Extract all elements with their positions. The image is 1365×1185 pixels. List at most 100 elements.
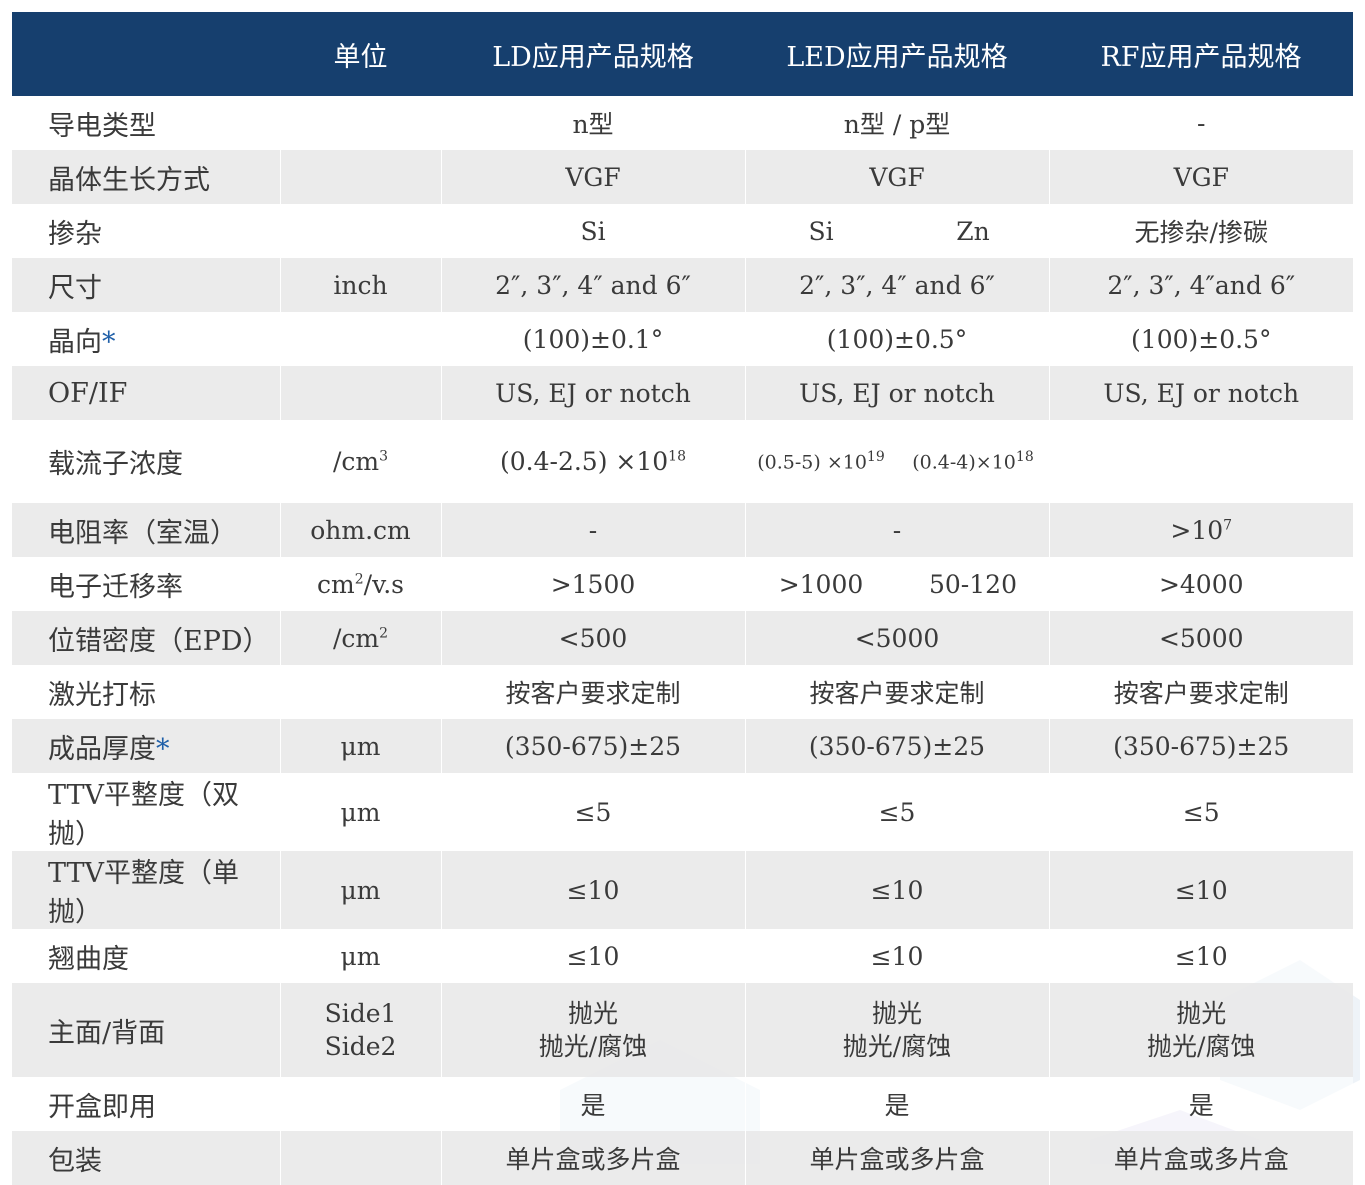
rf-cell — [1048, 420, 1353, 503]
unit-cell: μm — [279, 851, 441, 929]
rf-cell: (100)±0.5° — [1048, 312, 1353, 366]
rf-cell: <5000 — [1048, 611, 1353, 665]
header-rf: RF应用产品规格 — [1049, 12, 1353, 96]
row-label: 电阻率（室温） — [12, 503, 280, 557]
row-packing: 包装 单片盒或多片盒 单片盒或多片盒 单片盒或多片盒 — [12, 1131, 1353, 1185]
led-cell: ≤10 — [744, 929, 1049, 983]
value-base: (0.4-2.5) ×10 — [499, 447, 669, 476]
value-line-1: 抛光 — [1176, 998, 1227, 1028]
led-cell: - — [744, 503, 1049, 557]
row-label: 晶体生长方式 — [12, 150, 280, 204]
value-base: >10 — [1170, 515, 1224, 545]
header-ld: LD应用产品规格 — [441, 12, 745, 96]
value-exponent: 7 — [1223, 517, 1233, 534]
unit-cell: cm2/v.s — [279, 557, 441, 611]
rf-cell: >107 — [1048, 503, 1353, 557]
rf-cell: US, EJ or notch — [1048, 366, 1353, 420]
rf-cell: 抛光 抛光/腐蚀 — [1048, 983, 1353, 1077]
ld-cell: VGF — [440, 150, 745, 204]
led-sub-b: (0.4-4)×1018 — [896, 449, 1049, 474]
row-conductivity: 导电类型 n型 n型 / p型 - — [12, 96, 1353, 150]
led-cell: US, EJ or notch — [744, 366, 1049, 420]
value-base: (0.5-5) ×10 — [757, 451, 867, 474]
header-unit: 单位 — [280, 12, 441, 96]
unit-cell — [279, 1131, 441, 1185]
unit-line-2: Side2 — [324, 1032, 397, 1061]
row-label: 主面/背面 — [12, 983, 280, 1077]
row-label: 开盒即用 — [12, 1077, 280, 1131]
value-exponent: 18 — [1015, 449, 1034, 466]
row-mobility: 电子迁移率 cm2/v.s >1500 >1000 50-120 >4000 — [12, 557, 1353, 611]
unit-cell — [279, 204, 441, 258]
led-cell: Si Zn — [744, 204, 1049, 258]
row-carrier: 载流子浓度 /cm3 (0.4-2.5) ×1018 (0.5-5) ×1019… — [12, 420, 1353, 503]
row-of-if: OF/IF US, EJ or notch US, EJ or notch US… — [12, 366, 1353, 420]
unit-base: /cm — [332, 447, 380, 476]
value-line-1: 抛光 — [871, 998, 922, 1028]
ld-cell: ≤10 — [440, 851, 745, 929]
led-cell: 单片盒或多片盒 — [744, 1131, 1049, 1185]
rf-cell: 单片盒或多片盒 — [1048, 1131, 1353, 1185]
row-warp: 翘曲度 μm ≤10 ≤10 ≤10 — [12, 929, 1353, 983]
led-cell: <5000 — [744, 611, 1049, 665]
unit-exponent: 3 — [379, 448, 389, 465]
rf-cell: 无掺杂/掺碳 — [1048, 204, 1353, 258]
ld-cell: (0.4-2.5) ×1018 — [440, 420, 745, 503]
header-blank — [12, 12, 280, 96]
unit-line-1: Side1 — [324, 998, 397, 1028]
value-line-2: 抛光/腐蚀 — [538, 1032, 648, 1061]
led-cell: ≤5 — [744, 773, 1049, 851]
footnote-asterisk: * — [102, 326, 116, 358]
rf-cell: ≤10 — [1048, 851, 1353, 929]
row-growth: 晶体生长方式 VGF VGF VGF — [12, 150, 1353, 204]
row-label: TTV平整度（双抛） — [12, 773, 280, 851]
value-line-2: 抛光/腐蚀 — [842, 1032, 952, 1061]
footnote-asterisk: * — [156, 733, 170, 765]
led-cell: 是 — [744, 1077, 1049, 1131]
unit-cell: /cm3 — [279, 420, 441, 503]
row-label: 尺寸 — [12, 258, 280, 312]
unit-cell: /cm2 — [279, 611, 441, 665]
led-cell: VGF — [744, 150, 1049, 204]
ld-cell: n型 — [440, 96, 745, 150]
led-sub-a: >1000 — [778, 569, 864, 599]
ld-cell: - — [440, 503, 745, 557]
ld-cell: ≤5 — [440, 773, 745, 851]
row-label: 掺杂 — [12, 204, 280, 258]
ld-cell: (350-675)±25 — [440, 719, 745, 773]
rf-cell: VGF — [1048, 150, 1353, 204]
unit-cell: μm — [279, 773, 441, 851]
unit-base: cm — [317, 569, 355, 599]
value-exponent: 18 — [668, 448, 686, 465]
unit-cell — [279, 665, 441, 719]
unit-cell — [279, 366, 441, 420]
row-label: 位错密度（EPD） — [12, 611, 280, 665]
row-ttv-double: TTV平整度（双抛） μm ≤5 ≤5 ≤5 — [12, 773, 1353, 851]
ld-cell: (100)±0.1° — [440, 312, 745, 366]
row-laser-marking: 激光打标 按客户要求定制 按客户要求定制 按客户要求定制 — [12, 665, 1353, 719]
rf-cell: (350-675)±25 — [1048, 719, 1353, 773]
led-cell: 2″, 3″, 4″ and 6″ — [744, 258, 1049, 312]
rf-cell: ≤10 — [1048, 929, 1353, 983]
row-orientation: 晶向* (100)±0.1° (100)±0.5° (100)±0.5° — [12, 312, 1353, 366]
unit-cell: inch — [279, 258, 441, 312]
row-ttv-single: TTV平整度（单抛） μm ≤10 ≤10 ≤10 — [12, 851, 1353, 929]
row-label-text: 晶向 — [48, 326, 102, 358]
row-label: 导电类型 — [12, 96, 280, 150]
ld-cell: Si — [440, 204, 745, 258]
row-surface: 主面/背面 Side1 Side2 抛光 抛光/腐蚀 抛光 抛光/腐蚀 抛光 抛光/腐蚀 — [12, 983, 1353, 1077]
value-line-1: 抛光 — [567, 998, 618, 1028]
unit-cell: ohm.cm — [279, 503, 441, 557]
row-label-text: 成品厚度 — [48, 733, 156, 765]
row-label: 晶向* — [12, 312, 280, 366]
row-label: 成品厚度* — [12, 719, 280, 773]
ld-cell: >1500 — [440, 557, 745, 611]
row-label: OF/IF — [12, 366, 280, 420]
ld-cell: 单片盒或多片盒 — [440, 1131, 745, 1185]
row-label: 翘曲度 — [12, 929, 280, 983]
rf-cell: - — [1048, 96, 1353, 150]
led-sub-b: Zn — [896, 216, 1049, 246]
unit-base: /cm — [332, 623, 380, 653]
ld-cell: 2″, 3″, 4″ and 6″ — [440, 258, 745, 312]
unit-cell — [279, 96, 441, 150]
